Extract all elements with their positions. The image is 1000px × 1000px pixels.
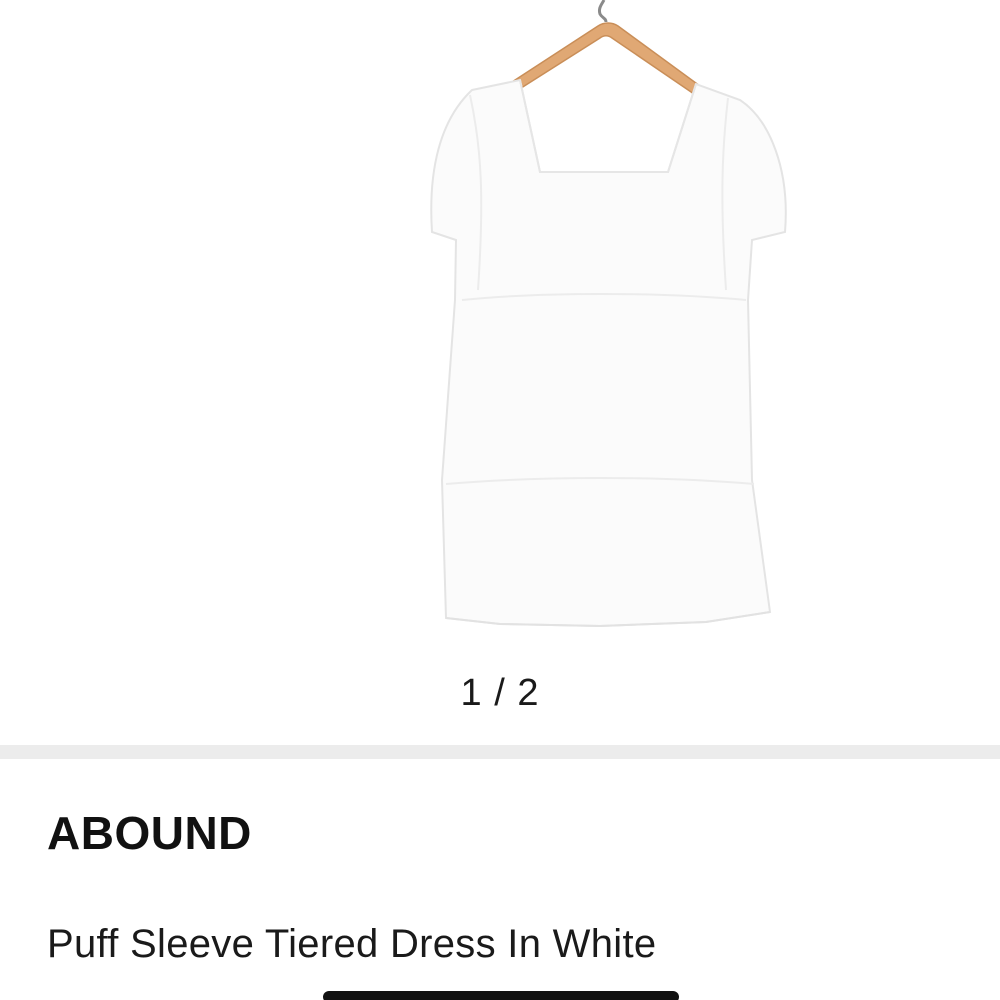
image-pager: 1 / 2 [460,672,540,714]
home-indicator[interactable] [323,991,679,1000]
hanger-bar [510,22,702,96]
product-page: 1 / 2 ABOUND Puff Sleeve Tiered Dress In… [0,0,1000,1000]
product-title: Puff Sleeve Tiered Dress In White [47,922,657,966]
dress-neckline [519,79,697,173]
product-image[interactable] [400,0,820,650]
product-image-gallery[interactable]: 1 / 2 [0,0,1000,745]
hanger-hook [598,0,608,23]
brand-name[interactable]: ABOUND [47,806,252,860]
dress-body [430,78,787,628]
section-divider [0,745,1000,759]
